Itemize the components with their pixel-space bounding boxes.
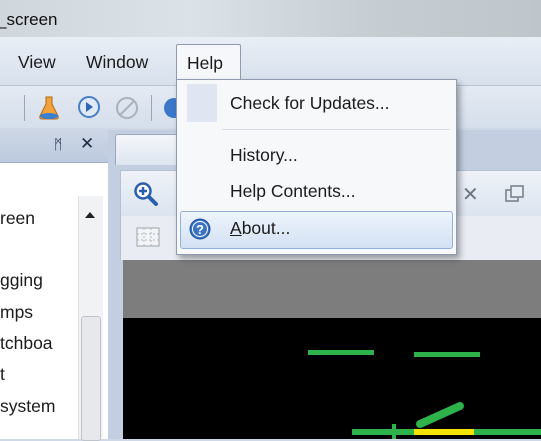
canvas-line-segment xyxy=(308,350,374,355)
help-circle-icon: ? xyxy=(189,218,211,240)
menu-item-about[interactable] xyxy=(180,211,453,249)
menu-item-check-for-updates[interactable]: Check for Updates... xyxy=(230,93,390,114)
window-title-bar: _screen xyxy=(0,0,541,37)
play-forward-icon[interactable] xyxy=(77,95,101,119)
left-panel-scroll-thumb[interactable] xyxy=(81,316,101,441)
tree-item[interactable]: reen xyxy=(0,208,35,229)
menu-item-help-contents[interactable]: Help Contents... xyxy=(230,181,355,202)
tree-item[interactable]: mps xyxy=(0,302,33,323)
close-icon[interactable]: ✕ xyxy=(462,182,479,207)
menu-item-about-label: About... xyxy=(230,218,290,239)
about-mnemonic: A xyxy=(230,218,242,238)
tree-item[interactable]: t xyxy=(0,364,5,385)
grid-icon[interactable] xyxy=(135,226,161,248)
scroll-up-arrow-icon[interactable] xyxy=(83,210,97,220)
canvas-highlight-segment xyxy=(414,429,474,435)
menu-view[interactable]: View xyxy=(18,52,56,73)
zoom-in-icon[interactable] xyxy=(133,181,159,207)
flask-icon[interactable] xyxy=(37,95,61,121)
canvas-line-segment xyxy=(392,424,396,439)
tree-item[interactable]: gging xyxy=(0,270,43,291)
menu-separator xyxy=(222,129,450,130)
tree-item[interactable]: system xyxy=(0,396,55,417)
canvas-drawing xyxy=(308,350,541,439)
restore-window-icon[interactable] xyxy=(503,183,527,205)
disabled-tool-icon xyxy=(116,97,138,119)
canvas-line-segment xyxy=(416,402,464,428)
toolbar-separator xyxy=(24,95,25,121)
menu-window[interactable]: Window xyxy=(86,52,148,73)
close-panel-icon[interactable]: ✕ xyxy=(80,134,94,154)
menu-help[interactable]: Help xyxy=(176,44,241,81)
about-rest: bout... xyxy=(241,218,291,238)
toolbar-separator xyxy=(151,95,152,121)
svg-text:?: ? xyxy=(196,222,204,237)
canvas-ruler-band xyxy=(123,260,541,318)
pin-icon[interactable]: ᛗ xyxy=(54,136,62,152)
window-title: _screen xyxy=(0,10,58,29)
canvas-line-segment xyxy=(414,352,480,357)
menu-item-history[interactable]: History... xyxy=(230,145,298,166)
tree-item[interactable]: tchboa xyxy=(0,333,53,354)
menu-icon-gutter xyxy=(187,84,217,122)
menu-help-label: Help xyxy=(187,53,223,73)
document-tab[interactable] xyxy=(115,134,183,165)
